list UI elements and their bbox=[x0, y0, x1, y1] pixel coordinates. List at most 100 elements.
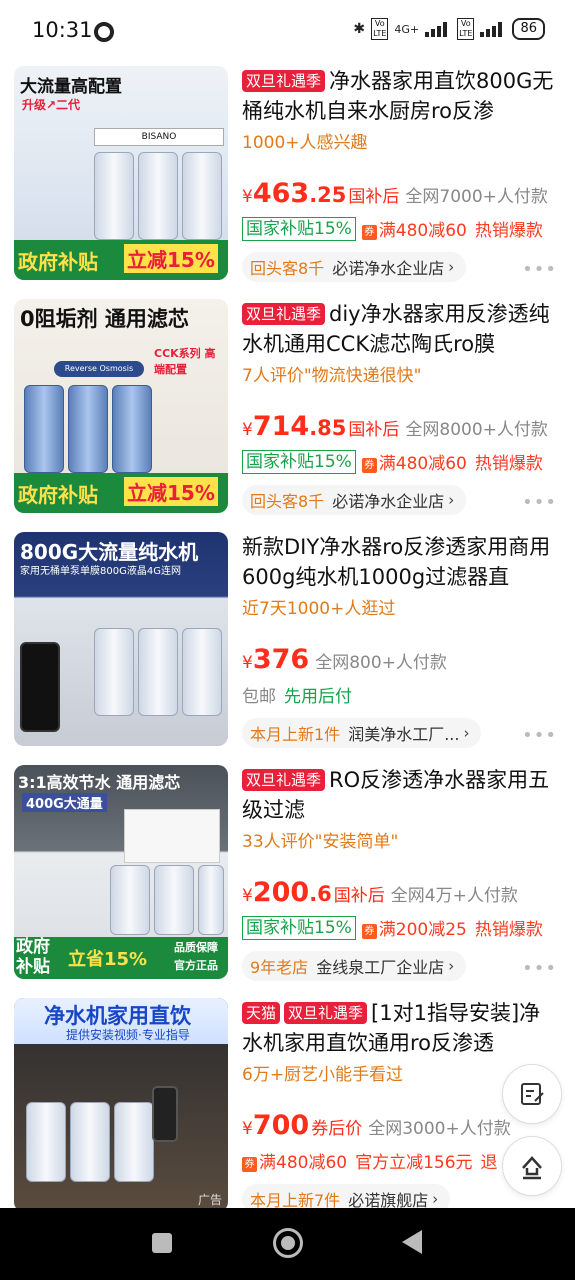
coupon-badge: 券满480减60 bbox=[361, 449, 467, 474]
product-card[interactable]: 净水机家用直饮 提供安装视频·专业指导 广告 天猫 双旦礼遇季 [1对1指导安装]净… bbox=[0, 996, 575, 1229]
image-banner: 政府补贴 立减15% bbox=[14, 473, 228, 513]
shop-link[interactable]: 回头客8千 必诺净水企业店 › bbox=[242, 252, 467, 282]
coupon-badge: 券满480减60 bbox=[361, 216, 467, 241]
sold-count: 全网8000+人付款 bbox=[405, 420, 548, 440]
signal-icon bbox=[425, 21, 451, 37]
hot-label: 热销爆款 bbox=[474, 454, 543, 474]
product-interest: 近7天1000+人逛过 bbox=[242, 599, 396, 619]
hot-label: 热销爆款 bbox=[474, 221, 543, 241]
coupon-icon: 券 bbox=[361, 458, 377, 473]
price-row: ¥714.85 国补后 全网8000+人付款 bbox=[242, 411, 548, 442]
more-options-icon[interactable]: ••• bbox=[522, 958, 557, 979]
image-banner: 政府补贴 立减15% bbox=[14, 240, 228, 280]
notification-icon bbox=[94, 22, 114, 42]
shop-name: 润美净水工厂... bbox=[348, 725, 460, 744]
price-row: ¥200.6 国补后 全网4万+人付款 bbox=[242, 877, 518, 908]
status-icons: ✱ Vo LTE 4G+ Vo LTE 86 bbox=[353, 18, 545, 40]
product-image[interactable]: 净水机家用直饮 提供安装视频·专业指导 广告 bbox=[14, 998, 228, 1212]
promo-row: 国家补贴15% 券满200减25 热销爆款 bbox=[242, 915, 543, 940]
product-title[interactable]: 双旦礼遇季 diy净水器家用反渗透纯水机通用CCK滤芯陶氏ro膜 bbox=[242, 299, 560, 359]
product-image[interactable]: 800G大流量纯水机 家用无桶单泵单膜800G液晶4G连网 bbox=[14, 532, 228, 746]
image-brand: BISANO bbox=[94, 128, 224, 146]
recents-button[interactable] bbox=[152, 1233, 172, 1253]
product-title[interactable]: 双旦礼遇季 RO反渗透净水器家用五级过滤 bbox=[242, 765, 560, 825]
product-image[interactable]: 大流量高配置 升级↗二代 BISANO 政府补贴 立减15% bbox=[14, 66, 228, 280]
image-sub: 400G大通量 bbox=[22, 793, 107, 812]
shop-name: 必诺净水企业店 bbox=[332, 259, 445, 278]
promo-tag: 双旦礼遇季 bbox=[242, 769, 326, 791]
image-headline: 0阻垢剂 通用滤芯 bbox=[20, 307, 189, 331]
chevron-right-icon: › bbox=[432, 1190, 439, 1208]
hot-label: 热销爆款 bbox=[474, 920, 543, 940]
image-headline: 800G大流量纯水机 bbox=[20, 540, 199, 564]
ad-label: 广告 bbox=[197, 1193, 222, 1207]
image-banner: 政府补贴 立省15% 品质保障 官方正品 bbox=[14, 937, 228, 979]
product-card[interactable]: 大流量高配置 升级↗二代 BISANO 政府补贴 立减15% 双旦礼遇季 净水器家… bbox=[0, 64, 575, 297]
price-row: ¥700 券后价 全网3000+人付款 bbox=[242, 1110, 511, 1141]
more-options-icon[interactable]: ••• bbox=[522, 725, 557, 746]
image-sub: CCK系列 高端配置 bbox=[154, 347, 216, 376]
price: 714 bbox=[252, 411, 310, 442]
price: 700 bbox=[252, 1110, 310, 1141]
free-shipping-label: 包邮 bbox=[242, 687, 276, 707]
product-info: 双旦礼遇季 净水器家用直饮800G无桶纯水机自来水厨房ro反渗 1000+人感兴趣… bbox=[242, 66, 560, 282]
subsidy-badge: 国家补贴15% bbox=[242, 216, 356, 241]
shop-name: 必诺净水企业店 bbox=[332, 492, 445, 511]
coupon-icon: 券 bbox=[361, 225, 377, 240]
product-title[interactable]: 天猫 双旦礼遇季 [1对1指导安装]净水机家用直饮通用ro反渗透 bbox=[242, 998, 560, 1058]
sold-count: 全网3000+人付款 bbox=[368, 1119, 511, 1139]
pay-later-label: 先用后付 bbox=[284, 687, 352, 707]
refund-label: 退 bbox=[480, 1153, 498, 1173]
product-card[interactable]: 3:1高效节水 通用滤芯 400G大通量 政府补贴 立省15% 品质保障 官方正… bbox=[0, 763, 575, 996]
shop-name: 金线泉工厂企业店 bbox=[316, 958, 445, 977]
product-title[interactable]: 新款DIY净水器ro反渗透家用商用600g纯水机1000g过滤器直 bbox=[242, 532, 560, 592]
shop-tag: 回头客8千 bbox=[250, 259, 325, 278]
shop-tag: 回头客8千 bbox=[250, 492, 325, 511]
chevron-right-icon: › bbox=[448, 491, 455, 509]
promo-row: 国家补贴15% 券满480减60 热销爆款 bbox=[242, 449, 543, 474]
product-card[interactable]: 800G大流量纯水机 家用无桶单泵单膜800G液晶4G连网 新款DIY净水器ro… bbox=[0, 530, 575, 763]
delivery-row: 包邮 先用后付 bbox=[242, 682, 352, 707]
product-card[interactable]: 0阻垢剂 通用滤芯 CCK系列 高端配置 Reverse Osmosis 政府补… bbox=[0, 297, 575, 530]
volte-icon: Vo LTE bbox=[371, 18, 389, 40]
volte-icon-2: Vo LTE bbox=[457, 18, 475, 40]
home-button[interactable] bbox=[273, 1228, 303, 1258]
subsidy-badge: 国家补贴15% bbox=[242, 915, 356, 940]
product-title[interactable]: 双旦礼遇季 净水器家用直饮800G无桶纯水机自来水厨房ro反渗 bbox=[242, 66, 560, 126]
product-interest: 33人评价"安装简单" bbox=[242, 832, 399, 852]
network-type: 4G+ bbox=[394, 22, 420, 36]
promo-row: 券满480减60 官方立减156元 退 bbox=[242, 1148, 498, 1173]
feedback-button[interactable] bbox=[502, 1064, 562, 1124]
subsidy-badge: 国家补贴15% bbox=[242, 449, 356, 474]
price: 463 bbox=[252, 178, 310, 209]
status-bar: 10:31 ✱ Vo LTE 4G+ Vo LTE 86 bbox=[0, 0, 575, 62]
product-interest: 1000+人感兴趣 bbox=[242, 133, 368, 153]
more-options-icon[interactable]: ••• bbox=[522, 259, 557, 280]
coupon-badge: 券满200减25 bbox=[361, 915, 467, 940]
product-image[interactable]: 0阻垢剂 通用滤芯 CCK系列 高端配置 Reverse Osmosis 政府补… bbox=[14, 299, 228, 513]
promo-tag: 双旦礼遇季 bbox=[242, 70, 326, 92]
edit-note-icon bbox=[521, 1083, 544, 1105]
arrow-up-icon bbox=[522, 1156, 542, 1180]
product-info: 双旦礼遇季 RO反渗透净水器家用五级过滤 33人评价"安装简单" ¥200.6 国补… bbox=[242, 765, 560, 981]
shop-link[interactable]: 本月上新1件 润美净水工厂... › bbox=[242, 718, 482, 748]
shop-link[interactable]: 回头客8千 必诺净水企业店 › bbox=[242, 485, 467, 515]
system-nav-bar bbox=[0, 1208, 575, 1280]
image-headline: 3:1高效节水 通用滤芯 bbox=[18, 773, 181, 792]
battery-icon: 86 bbox=[512, 18, 545, 40]
back-to-top-button[interactable] bbox=[502, 1136, 562, 1196]
product-info: 双旦礼遇季 diy净水器家用反渗透纯水机通用CCK滤芯陶氏ro膜 7人评价"物流快… bbox=[242, 299, 560, 515]
chevron-right-icon: › bbox=[463, 724, 470, 742]
promo-row: 国家补贴15% 券满480减60 热销爆款 bbox=[242, 216, 543, 241]
sold-count: 全网4万+人付款 bbox=[390, 886, 518, 906]
more-options-icon[interactable]: ••• bbox=[522, 492, 557, 513]
price: 376 bbox=[252, 644, 310, 675]
shop-tag: 本月上新1件 bbox=[250, 725, 341, 744]
sold-count: 全网7000+人付款 bbox=[405, 187, 548, 207]
shop-link[interactable]: 9年老店 金线泉工厂企业店 › bbox=[242, 951, 467, 981]
bluetooth-icon: ✱ bbox=[353, 21, 366, 37]
image-brand: Reverse Osmosis bbox=[54, 361, 144, 377]
back-button[interactable] bbox=[402, 1230, 422, 1254]
promo-tag: 双旦礼遇季 bbox=[242, 303, 326, 325]
product-image[interactable]: 3:1高效节水 通用滤芯 400G大通量 政府补贴 立省15% 品质保障 官方正… bbox=[14, 765, 228, 979]
